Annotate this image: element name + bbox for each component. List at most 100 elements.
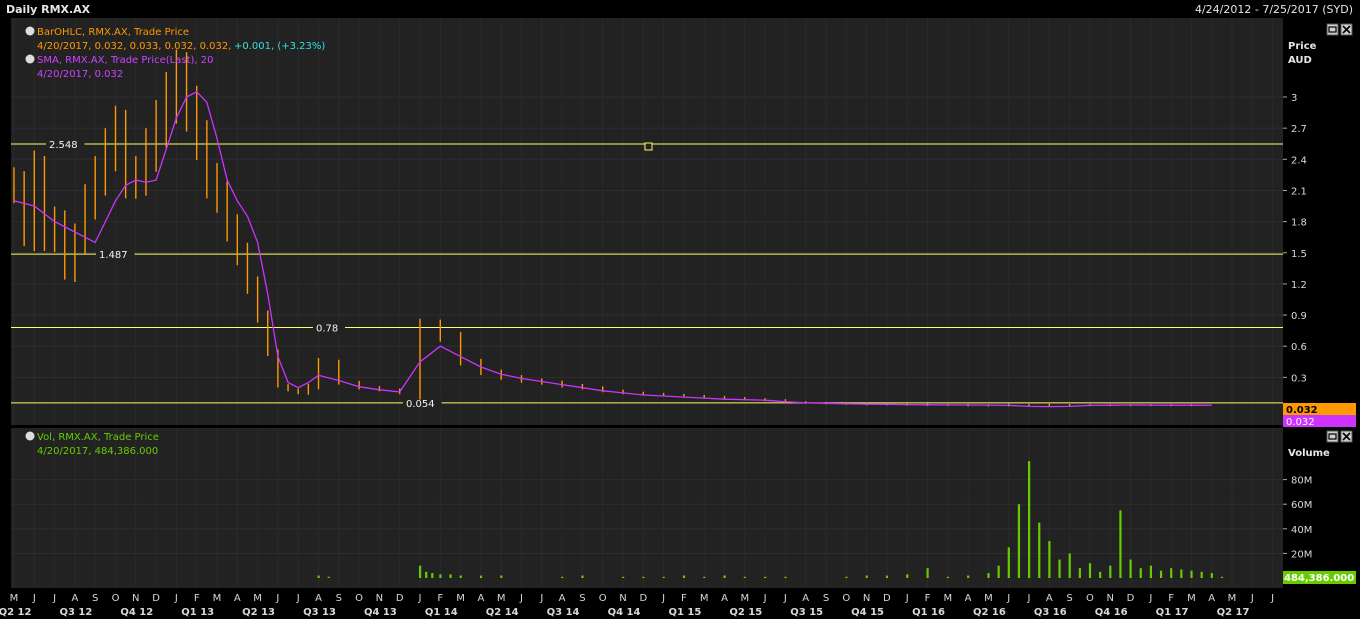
volume-bar xyxy=(967,575,970,578)
volume-bar xyxy=(1190,570,1193,578)
month-label: O xyxy=(112,593,120,604)
month-label: M xyxy=(740,593,749,604)
volume-bar xyxy=(723,575,726,578)
quarter-label: Q3 12 xyxy=(59,607,92,618)
volume-tick-label: 80M xyxy=(1291,476,1312,487)
month-label: A xyxy=(477,593,484,604)
quarter-label: Q1 15 xyxy=(668,607,701,618)
quarter-label: Q4 16 xyxy=(1095,607,1128,618)
volume-bar xyxy=(1038,522,1041,578)
volume-bar xyxy=(327,576,330,578)
volume-bar xyxy=(1028,461,1031,578)
month-label: J xyxy=(1270,593,1274,604)
volume-bar xyxy=(431,573,434,578)
volume-bar xyxy=(1129,559,1132,578)
month-label: J xyxy=(52,593,56,604)
volume-bar xyxy=(500,575,503,578)
month-label: J xyxy=(296,593,300,604)
ohlc-legend-change: +0.001, (+3.23%) xyxy=(234,41,325,52)
price-tick-label: 2.4 xyxy=(1291,155,1307,166)
quarter-label: Q2 16 xyxy=(973,607,1006,618)
horizontal-line-label: 1.487 xyxy=(99,250,128,261)
volume-bar xyxy=(622,576,625,578)
quarter-label: Q1 17 xyxy=(1156,607,1189,618)
month-label: D xyxy=(396,593,404,604)
month-label: A xyxy=(1046,593,1053,604)
volume-bar xyxy=(1139,568,1142,578)
quarter-label: Q2 14 xyxy=(486,607,519,618)
volume-bar xyxy=(317,575,320,578)
volume-bar xyxy=(784,576,787,578)
volume-bar xyxy=(865,575,868,578)
price-axis-title: Price xyxy=(1288,41,1317,52)
quarter-label: Q3 13 xyxy=(303,607,336,618)
volume-bar xyxy=(682,575,686,578)
volume-bar xyxy=(906,574,909,578)
last-price-badge: 0.032 xyxy=(1286,405,1318,416)
month-label: J xyxy=(661,593,665,604)
volume-bar xyxy=(1068,553,1071,578)
volume-legend-values: 4/20/2017, 484,386.000 xyxy=(37,446,158,457)
ohlc-legend-title: BarOHLC, RMX.AX, Trade Price xyxy=(37,27,189,38)
month-label: N xyxy=(1106,593,1113,604)
volume-bar xyxy=(1210,573,1213,578)
sma-legend-icon[interactable] xyxy=(25,54,35,64)
price-tick-label: 3 xyxy=(1291,93,1297,104)
window-title: Daily RMX.AX xyxy=(6,3,91,16)
quarter-label: Q3 15 xyxy=(790,607,823,618)
volume-tick-label: 60M xyxy=(1291,500,1312,511)
volume-bar xyxy=(561,576,564,578)
price-tick-label: 0.9 xyxy=(1291,311,1307,322)
month-label: J xyxy=(519,593,523,604)
price-panel-close-button[interactable] xyxy=(1340,23,1353,36)
month-label: J xyxy=(1148,593,1152,604)
month-label: O xyxy=(1086,593,1094,604)
quarter-label: Q4 14 xyxy=(608,607,641,618)
month-label: J xyxy=(905,593,909,604)
volume-legend-icon[interactable] xyxy=(25,431,35,441)
month-label: A xyxy=(802,593,809,604)
quarter-label: Q4 13 xyxy=(364,607,397,618)
volume-bar xyxy=(419,565,422,578)
horizontal-line-label: 0.78 xyxy=(316,324,338,335)
volume-bar xyxy=(1088,563,1092,578)
month-label: J xyxy=(174,593,178,604)
month-label: A xyxy=(315,593,322,604)
month-label: M xyxy=(943,593,952,604)
ohlc-legend-icon[interactable] xyxy=(25,26,35,36)
sma-badge: 0.032 xyxy=(1286,417,1315,428)
volume-bar xyxy=(764,576,767,578)
date-range: 4/24/2012 - 7/25/2017 (SYD) xyxy=(1195,3,1353,16)
month-label: S xyxy=(823,593,829,604)
quarter-label: Q2 13 xyxy=(242,607,275,618)
month-label: M xyxy=(497,593,506,604)
last-volume-badge: 484,386.000 xyxy=(1284,573,1354,584)
volume-panel-close-button[interactable] xyxy=(1340,430,1353,443)
volume-axis-title: Volume xyxy=(1288,448,1330,459)
price-tick-label: 1.8 xyxy=(1291,218,1307,229)
volume-legend-title: Vol, RMX.AX, Trade Price xyxy=(37,432,159,443)
quarter-label: Q1 13 xyxy=(181,607,214,618)
month-label: D xyxy=(152,593,160,604)
month-label: M xyxy=(1187,593,1196,604)
month-label: F xyxy=(681,593,687,604)
volume-bar xyxy=(703,576,706,578)
month-label: J xyxy=(539,593,543,604)
month-label: S xyxy=(579,593,585,604)
volume-bar xyxy=(642,576,645,578)
price-panel-restore-button[interactable] xyxy=(1326,23,1339,36)
volume-bar xyxy=(1220,576,1224,578)
month-label: J xyxy=(1250,593,1254,604)
month-label: M xyxy=(1228,593,1237,604)
volume-bar xyxy=(439,574,442,578)
month-label: O xyxy=(599,593,607,604)
sma-legend-values: 4/20/2017, 0.032 xyxy=(37,69,123,80)
drag-handle[interactable] xyxy=(644,142,653,151)
month-label: N xyxy=(863,593,870,604)
month-label: M xyxy=(253,593,262,604)
month-label: F xyxy=(194,593,200,604)
volume-bar xyxy=(1017,504,1021,578)
volume-panel-restore-button[interactable] xyxy=(1326,430,1339,443)
quarter-label: Q2 12 xyxy=(0,607,31,618)
volume-bar xyxy=(1058,559,1061,578)
